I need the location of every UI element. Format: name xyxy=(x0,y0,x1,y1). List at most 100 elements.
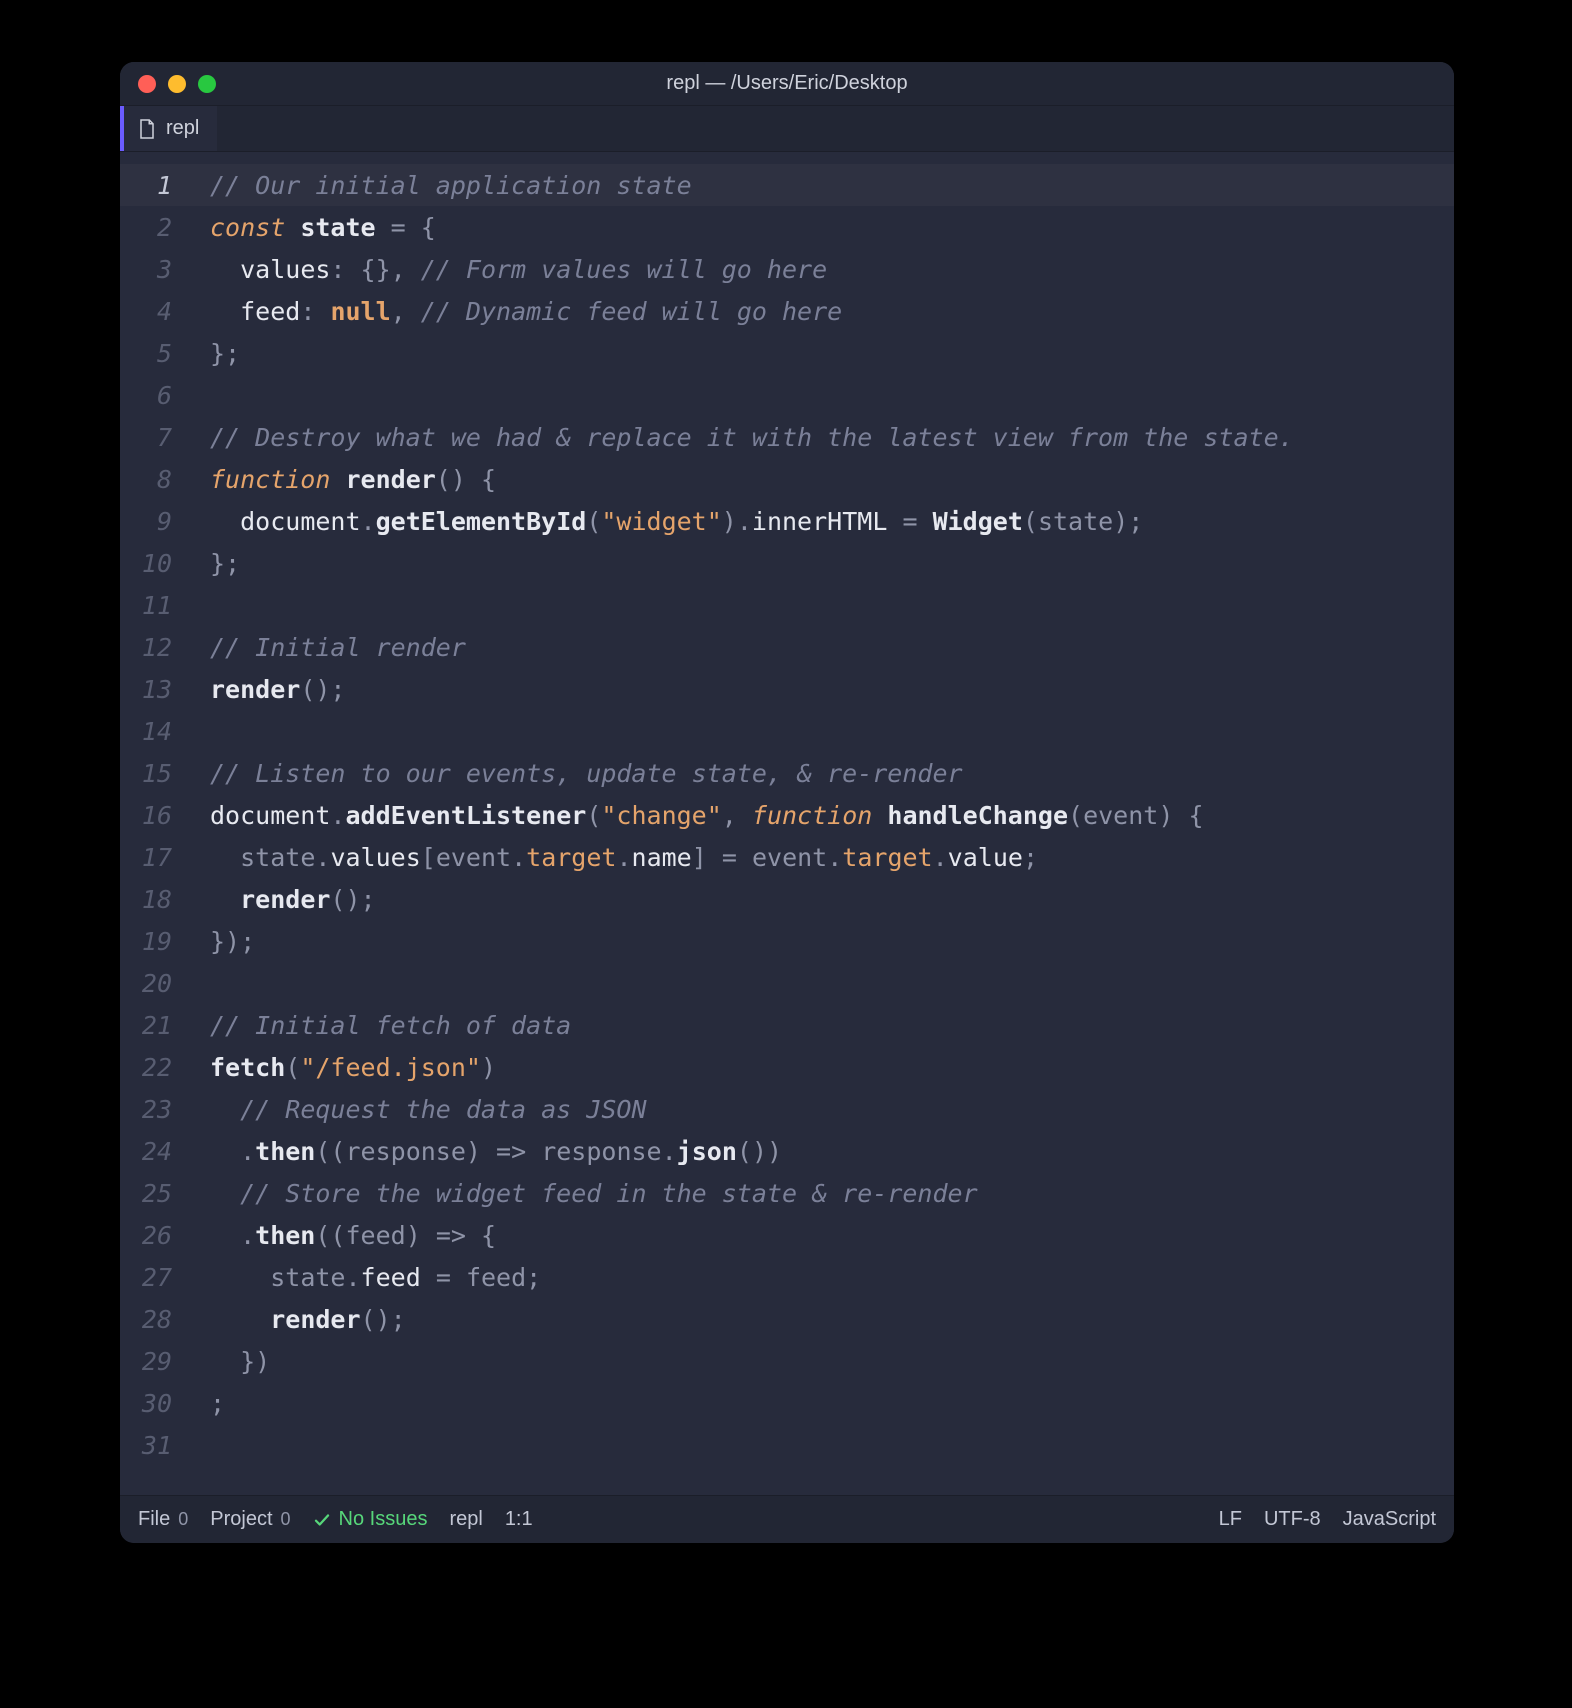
code-token[interactable]: then xyxy=(255,1221,315,1250)
code-token[interactable]: feed xyxy=(345,1221,405,1250)
code-line[interactable]: function render() { xyxy=(188,458,1454,500)
code-line[interactable]: }); xyxy=(188,920,1454,962)
code-token[interactable]: , xyxy=(722,801,752,830)
line-number[interactable]: 4 xyxy=(120,290,188,332)
code-token[interactable]: }; xyxy=(210,549,240,578)
code-token[interactable]: value xyxy=(948,843,1023,872)
line-number[interactable]: 6 xyxy=(120,374,188,416)
line-number[interactable]: 3 xyxy=(120,248,188,290)
code-token[interactable]: . xyxy=(210,1137,255,1166)
code-token[interactable] xyxy=(451,1263,466,1292)
code-token[interactable]: => xyxy=(496,1137,526,1166)
code-token[interactable] xyxy=(285,213,300,242)
line-number[interactable]: 20 xyxy=(120,962,188,1004)
code-line[interactable]: }) xyxy=(188,1340,1454,1382)
code-token[interactable]: "/feed.json" xyxy=(300,1053,481,1082)
code-token[interactable]: . xyxy=(511,843,526,872)
code-line[interactable] xyxy=(188,374,1454,416)
line-number[interactable]: 15 xyxy=(120,752,188,794)
line-number[interactable]: 5 xyxy=(120,332,188,374)
code-token[interactable]: . xyxy=(827,843,842,872)
line-number[interactable]: 1 xyxy=(120,164,188,206)
code-token[interactable]: getElementById xyxy=(376,507,587,536)
code-token[interactable]: target xyxy=(526,843,616,872)
code-token[interactable]: . xyxy=(933,843,948,872)
code-token[interactable]: { xyxy=(466,1221,496,1250)
code-token[interactable] xyxy=(210,297,240,326)
code-token[interactable]: ) xyxy=(406,1221,436,1250)
code-token[interactable]: // Initial render xyxy=(210,633,466,662)
code-line[interactable]: // Store the widget feed in the state & … xyxy=(188,1172,1454,1214)
line-number[interactable]: 30 xyxy=(120,1382,188,1424)
code-token[interactable]: document xyxy=(240,507,360,536)
code-token[interactable]: . xyxy=(662,1137,677,1166)
line-number[interactable]: 9 xyxy=(120,500,188,542)
code-token[interactable]: handleChange xyxy=(887,801,1068,830)
code-token[interactable]: state xyxy=(270,1263,345,1292)
code-line[interactable] xyxy=(188,1424,1454,1466)
code-token[interactable]: function xyxy=(210,465,330,494)
code-token[interactable]: ( xyxy=(1068,801,1083,830)
code-line[interactable]: // Our initial application state xyxy=(188,164,1454,206)
code-token[interactable]: const xyxy=(210,213,285,242)
code-token[interactable]: (); xyxy=(330,885,375,914)
code-token[interactable]: ; xyxy=(210,1389,225,1418)
code-token[interactable]: event xyxy=(436,843,511,872)
line-number[interactable]: 7 xyxy=(120,416,188,458)
code-token[interactable]: . xyxy=(361,507,376,536)
code-token[interactable]: document xyxy=(210,801,330,830)
code-token[interactable]: innerHTML xyxy=(752,507,887,536)
code-token[interactable]: render xyxy=(240,885,330,914)
line-number[interactable]: 25 xyxy=(120,1172,188,1214)
line-number[interactable]: 16 xyxy=(120,794,188,836)
code-line[interactable]: state.feed = feed; xyxy=(188,1256,1454,1298)
window-minimize-button[interactable] xyxy=(168,75,186,93)
code-line[interactable]: }; xyxy=(188,542,1454,584)
code-token[interactable]: feed xyxy=(361,1263,421,1292)
code-token[interactable]: feed xyxy=(466,1263,526,1292)
code-token[interactable]: ) { xyxy=(1158,801,1203,830)
code-token[interactable] xyxy=(210,255,240,284)
code-token[interactable] xyxy=(210,507,240,536)
editor-area[interactable]: 1234567891011121314151617181920212223242… xyxy=(120,152,1454,1495)
code-token[interactable]: ); xyxy=(1113,507,1143,536)
code-token[interactable] xyxy=(887,507,902,536)
code-token[interactable]: (( xyxy=(315,1137,345,1166)
code-token[interactable]: = xyxy=(436,1263,451,1292)
code-token[interactable]: then xyxy=(255,1137,315,1166)
window-close-button[interactable] xyxy=(138,75,156,93)
code-token[interactable]: ()) xyxy=(737,1137,782,1166)
code-token[interactable]: render xyxy=(270,1305,360,1334)
code-line[interactable]: .then((feed) => { xyxy=(188,1214,1454,1256)
line-number[interactable]: 10 xyxy=(120,542,188,584)
window-zoom-button[interactable] xyxy=(198,75,216,93)
code-token[interactable]: render xyxy=(345,465,435,494)
line-number[interactable]: 23 xyxy=(120,1088,188,1130)
code-token[interactable]: state xyxy=(240,843,315,872)
code-token[interactable]: . xyxy=(345,1263,360,1292)
code-token[interactable]: // Request the data as JSON xyxy=(240,1095,646,1124)
code-token[interactable]: // Initial fetch of data xyxy=(210,1011,571,1040)
code-line[interactable]: // Initial fetch of data xyxy=(188,1004,1454,1046)
code-token[interactable] xyxy=(526,1137,541,1166)
code-token[interactable]: fetch xyxy=(210,1053,285,1082)
line-number[interactable]: 13 xyxy=(120,668,188,710)
code-token[interactable]: . xyxy=(315,843,330,872)
code-token[interactable]: . xyxy=(210,1221,255,1250)
code-token[interactable]: }); xyxy=(210,927,255,956)
code-line[interactable]: const state = { xyxy=(188,206,1454,248)
code-line[interactable]: // Request the data as JSON xyxy=(188,1088,1454,1130)
code-token[interactable] xyxy=(210,885,240,914)
line-number[interactable]: 8 xyxy=(120,458,188,500)
code-line[interactable] xyxy=(188,962,1454,1004)
code-token[interactable]: : {}, xyxy=(330,255,420,284)
status-language[interactable]: JavaScript xyxy=(1343,1508,1436,1531)
code-token[interactable]: addEventListener xyxy=(345,801,586,830)
code-line[interactable]: document.addEventListener("change", func… xyxy=(188,794,1454,836)
code-line[interactable]: ; xyxy=(188,1382,1454,1424)
code-token[interactable]: values xyxy=(330,843,420,872)
code-token[interactable]: json xyxy=(677,1137,737,1166)
code-token[interactable]: feed xyxy=(240,297,300,326)
code-token[interactable] xyxy=(210,843,240,872)
code-token[interactable]: target xyxy=(842,843,932,872)
